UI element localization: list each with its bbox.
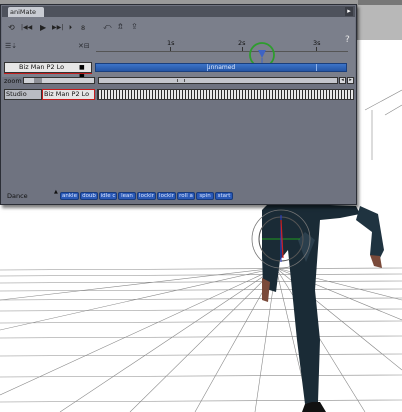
delete-track-icon[interactable]: ✕⊟ <box>78 41 90 51</box>
zoom-handle[interactable] <box>34 78 42 83</box>
library-button[interactable]: idle c <box>99 192 117 200</box>
scroll-right-icon[interactable]: ▸ <box>347 77 354 84</box>
category-arrow-icon[interactable]: ▲ <box>54 189 58 195</box>
loop-button[interactable]: ⟲ <box>8 23 15 33</box>
library-button[interactable]: spin <box>196 192 214 200</box>
edit-tool-icon[interactable]: ⇪ <box>131 22 138 32</box>
studio-label[interactable]: Studio <box>4 89 42 100</box>
zoom-row: zoom ◂ ▸ <box>4 77 354 85</box>
frame-counter: 8 <box>81 24 86 32</box>
animation-block-label: unnamed <box>206 64 236 71</box>
library-button[interactable]: lockir <box>137 192 156 200</box>
frame-strip[interactable] <box>97 89 354 100</box>
library-row: Dance ▲ ankle doub idle c lean lockir lo… <box>4 189 354 201</box>
move-tool-icon[interactable]: ⤺ <box>103 22 112 32</box>
timeline-scrollbar[interactable] <box>98 77 338 84</box>
figure-selector[interactable]: Biz Man P2 Lo <box>42 89 95 100</box>
rewind-to-start-button[interactable]: |◀◀ <box>21 23 32 33</box>
step-button[interactable]: ⏵ <box>69 23 72 33</box>
zoom-label: zoom <box>4 77 22 85</box>
business-man-figure <box>251 198 384 412</box>
scroll-left-icon[interactable]: ◂ <box>339 77 346 84</box>
library-category[interactable]: Dance <box>7 191 28 201</box>
tab-animate[interactable]: aniMate <box>8 7 44 17</box>
studio-row: Studio Biz Man P2 Lo <box>4 89 354 100</box>
play-button[interactable]: ▶ <box>40 23 46 33</box>
animate-window: aniMate ▸ ⟲ |◀◀ ▶ ▶▶| ⏵ 8 ⤺ ⇯ ⇪ ☰⇣ ✕⊟ 1s… <box>0 4 357 205</box>
help-icon[interactable]: ? <box>345 35 350 45</box>
title-menu-arrow-icon[interactable]: ▸ <box>345 7 353 16</box>
library-button[interactable]: start <box>215 192 233 200</box>
block-divider <box>207 64 208 71</box>
library-button[interactable]: lean <box>118 192 136 200</box>
track-row[interactable]: Biz Man P2 Lo ■ ■ <box>4 62 92 80</box>
pose-tool-icon[interactable]: ⇯ <box>117 22 124 32</box>
library-button[interactable]: ankle <box>60 192 79 200</box>
animation-block[interactable]: unnamed <box>95 63 347 72</box>
track-name: Biz Man P2 Lo <box>19 63 65 71</box>
block-divider <box>316 64 317 71</box>
selection-line <box>4 73 92 74</box>
library-button[interactable]: doub <box>80 192 98 200</box>
zoom-slider[interactable] <box>23 77 95 84</box>
library-button[interactable]: lockir <box>157 192 176 200</box>
ruler-baseline <box>96 51 348 52</box>
add-track-icon[interactable]: ☰⇣ <box>5 41 17 51</box>
library-button[interactable]: roll a <box>177 192 195 200</box>
window-titlebar: aniMate ▸ <box>2 6 355 17</box>
go-to-end-button[interactable]: ▶▶| <box>52 23 63 33</box>
scrollbar-thumb[interactable] <box>177 79 185 82</box>
